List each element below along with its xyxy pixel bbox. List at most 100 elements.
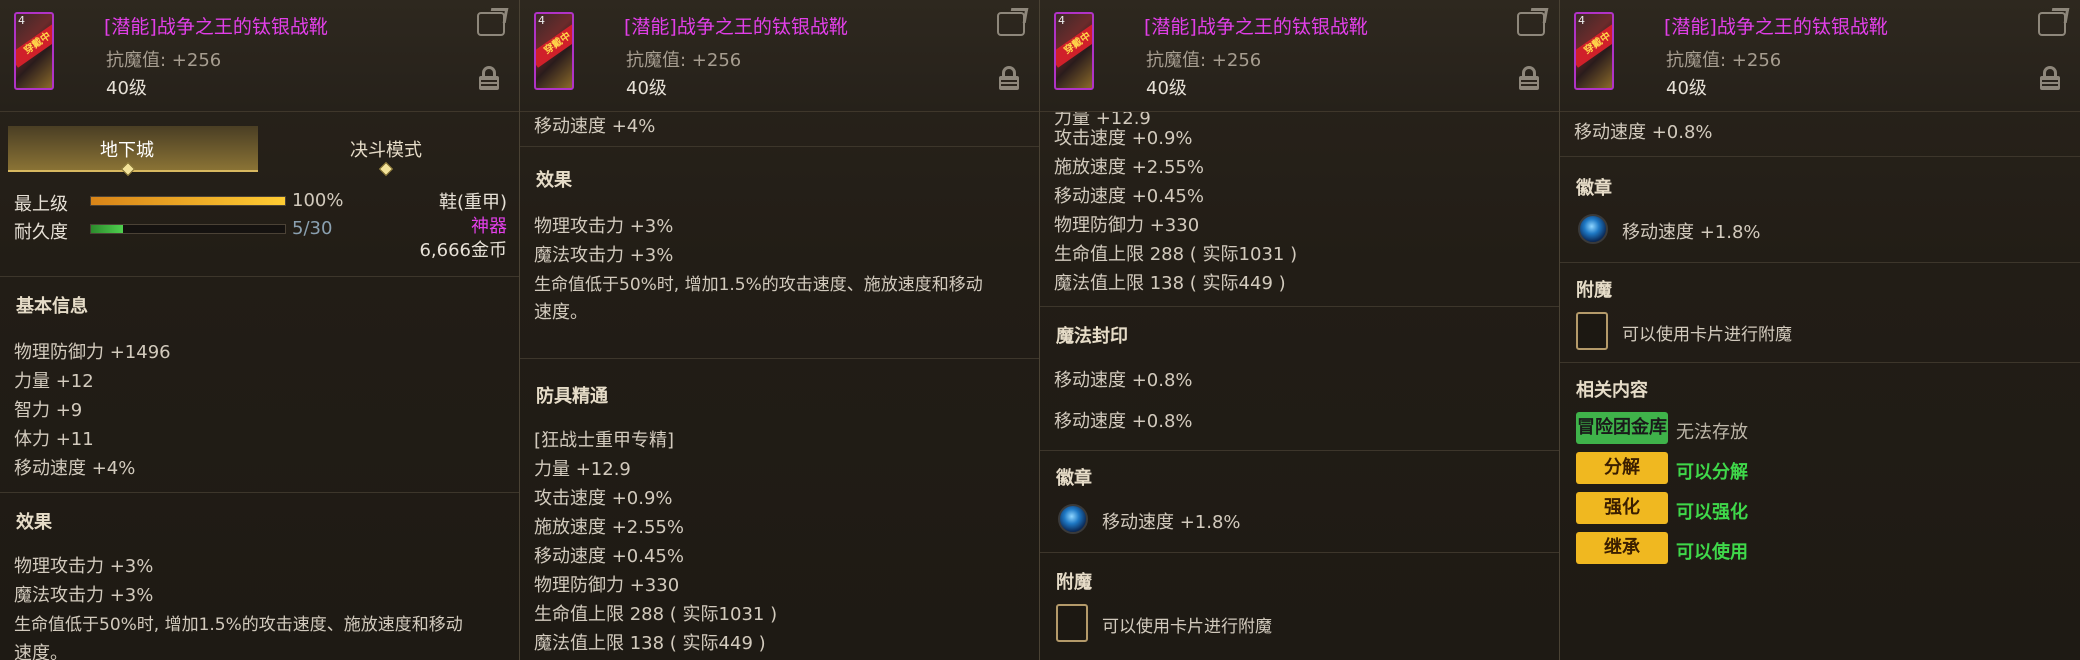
emblem-gem-icon[interactable] — [1578, 214, 1608, 244]
item-title: [潜能]战争之王的钛银战靴 — [1144, 16, 1368, 38]
item-icon[interactable]: 4 穿戴中 — [14, 12, 54, 90]
effect-line: 物理攻击力 +3% — [14, 556, 154, 577]
mastery-line: 物理防御力 +330 — [1054, 215, 1200, 236]
item-icon[interactable]: 4 穿戴中 — [1054, 12, 1094, 90]
item-tooltip-panel-3: 力量 +12.9 4 穿戴中 [潜能]战争之王的钛银战靴 抗魔值: +256 4… — [1040, 0, 1560, 660]
basic-line: 移动速度 +4% — [534, 116, 656, 137]
item-main-stat: 抗魔值: +256 — [1666, 50, 1782, 71]
item-title: [潜能]战争之王的钛银战靴 — [1664, 16, 1888, 38]
enchant-card-slot[interactable] — [1576, 312, 1608, 350]
mastery-line: 攻击速度 +0.9% — [1054, 128, 1193, 149]
effect-line: 生命值低于50%时, 增加1.5%的攻击速度、施放速度和移动 — [14, 615, 463, 635]
item-icon[interactable]: 4 穿戴中 — [534, 12, 574, 90]
mastery-line: 魔法值上限 138 ( 实际449 ) — [1054, 273, 1286, 294]
icon-level: 4 — [1058, 14, 1065, 27]
icon-level: 4 — [1578, 14, 1585, 27]
item-level: 40级 — [1666, 78, 1707, 99]
section-emblem-title: 徽章 — [1576, 178, 1612, 199]
tab-dungeon-label: 地下城 — [100, 140, 154, 161]
tab-pvp-label[interactable]: 决斗模式 — [350, 136, 422, 162]
mastery-line: 攻击速度 +0.9% — [534, 488, 673, 509]
share-icon[interactable] — [2038, 12, 2066, 36]
effect-line: 生命值低于50%时, 增加1.5%的攻击速度、施放速度和移动 — [534, 275, 983, 295]
item-level: 40级 — [626, 78, 667, 99]
divider — [520, 358, 1039, 359]
share-icon[interactable] — [477, 12, 505, 36]
lock-icon[interactable] — [999, 66, 1019, 90]
rarity: 神器 — [471, 216, 507, 237]
mastery-line: 施放速度 +2.55% — [534, 517, 684, 538]
effect-line: 魔法攻击力 +3% — [14, 585, 154, 606]
item-header: 4 穿戴中 [潜能]战争之王的钛银战靴 抗魔值: +256 40级 — [0, 0, 519, 112]
icon-level: 4 — [18, 14, 25, 27]
slot-type: 鞋(重甲) — [438, 192, 507, 213]
mastery-class: [狂战士重甲专精] — [534, 430, 675, 451]
equipped-ribbon: 穿戴中 — [536, 20, 572, 68]
mastery-line: 移动速度 +0.45% — [1054, 186, 1204, 207]
enhance-status: 可以强化 — [1676, 502, 1748, 523]
share-icon[interactable] — [1517, 12, 1545, 36]
divider — [1560, 362, 2080, 363]
item-title: [潜能]战争之王的钛银战靴 — [104, 16, 328, 38]
item-level: 40级 — [1146, 78, 1187, 99]
item-main-stat: 抗魔值: +256 — [106, 50, 222, 71]
mastery-line: 物理防御力 +330 — [534, 575, 680, 596]
durability-bar-fill — [91, 225, 124, 233]
price: 6,666金币 — [419, 240, 507, 261]
effect-line: 速度。 — [534, 302, 588, 323]
mastery-line: 力量 +12.9 — [534, 459, 631, 480]
basic-line: 移动速度 +4% — [14, 458, 136, 479]
section-mastery-title: 防具精通 — [536, 386, 608, 407]
section-related-title: 相关内容 — [1576, 380, 1648, 401]
divider — [1040, 450, 1559, 451]
enchant-text: 可以使用卡片进行附魔 — [1622, 325, 1792, 345]
durability-bar — [90, 224, 286, 234]
lock-icon[interactable] — [1519, 66, 1539, 90]
grade-bar — [90, 196, 286, 206]
grade-value: 100% — [292, 190, 344, 211]
divider — [520, 146, 1039, 147]
tab-pvp-marker — [378, 161, 394, 177]
divider — [0, 492, 519, 493]
lock-icon[interactable] — [479, 66, 499, 90]
basic-line: 力量 +12 — [14, 371, 94, 392]
item-header: 4 穿戴中 [潜能]战争之王的钛银战靴 抗魔值: +256 40级 — [1040, 0, 1559, 112]
section-enchant-title: 附魔 — [1056, 572, 1092, 593]
divider — [1040, 552, 1559, 553]
disassemble-button[interactable]: 分解 — [1576, 452, 1668, 484]
enchant-card-slot[interactable] — [1056, 604, 1088, 642]
guild-vault-button[interactable]: 冒险团金库 — [1576, 412, 1668, 444]
mastery-line: 移动速度 +0.45% — [534, 546, 684, 567]
emblem-gem-icon[interactable] — [1058, 504, 1088, 534]
share-icon[interactable] — [997, 12, 1025, 36]
item-main-stat: 抗魔值: +256 — [626, 50, 742, 71]
equipped-ribbon: 穿戴中 — [16, 20, 52, 68]
inherit-button[interactable]: 继承 — [1576, 532, 1668, 564]
divider — [1040, 306, 1559, 307]
item-tooltip-panel-1: 4 穿戴中 [潜能]战争之王的钛银战靴 抗魔值: +256 40级 地下城 决斗… — [0, 0, 520, 660]
enhance-button[interactable]: 强化 — [1576, 492, 1668, 524]
item-tooltip-panel-4: 4 穿戴中 [潜能]战争之王的钛银战靴 抗魔值: +256 40级 移动速度 +… — [1560, 0, 2080, 660]
emblem-text: 移动速度 +1.8% — [1622, 222, 1761, 243]
item-icon[interactable]: 4 穿戴中 — [1574, 12, 1614, 90]
item-main-stat: 抗魔值: +256 — [1146, 50, 1262, 71]
section-seal-title: 魔法封印 — [1056, 326, 1128, 347]
section-enchant-title: 附魔 — [1576, 280, 1612, 301]
grade-bar-fill — [91, 197, 285, 205]
item-level: 40级 — [106, 78, 147, 99]
seal-line: 移动速度 +0.8% — [1574, 122, 1713, 143]
section-basic-title: 基本信息 — [16, 296, 88, 317]
seal-line: 移动速度 +0.8% — [1054, 370, 1193, 391]
section-effect-title: 效果 — [536, 170, 572, 191]
durability-label: 耐久度 — [14, 222, 68, 243]
divider — [1560, 156, 2080, 157]
item-title: [潜能]战争之王的钛银战靴 — [624, 16, 848, 38]
effect-line: 物理攻击力 +3% — [534, 216, 674, 237]
enchant-text: 可以使用卡片进行附魔 — [1102, 617, 1272, 637]
basic-line: 体力 +11 — [14, 429, 94, 450]
item-tooltip-panel-2: 4 穿戴中 [潜能]战争之王的钛银战靴 抗魔值: +256 40级 移动速度 +… — [520, 0, 1040, 660]
effect-line: 魔法攻击力 +3% — [534, 245, 674, 266]
durability-value: 5/30 — [292, 218, 333, 239]
lock-icon[interactable] — [2040, 66, 2060, 90]
grade-label: 最上级 — [14, 194, 68, 215]
